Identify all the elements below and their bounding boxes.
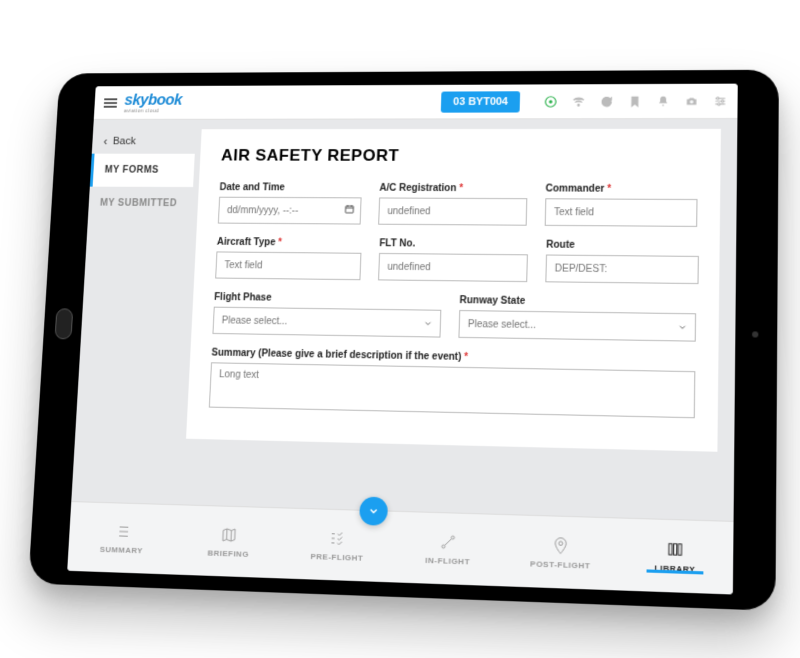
- field-route: Route: [545, 240, 699, 284]
- field-aircraft-type: Aircraft Type *: [215, 237, 362, 280]
- tab-preflight[interactable]: PRE-FLIGHT: [282, 527, 393, 563]
- logo-subtext: aviation cloud: [124, 109, 182, 113]
- logo-text: skybook: [124, 92, 182, 108]
- tab-summary[interactable]: SUMMARY: [68, 520, 176, 555]
- label-route: Route: [546, 240, 699, 252]
- bookmark-icon[interactable]: [628, 94, 642, 108]
- label-aircraft-type: Aircraft Type *: [217, 237, 362, 249]
- input-datetime[interactable]: [218, 197, 362, 225]
- main-content: AIR SAFETY REPORT Date and Time A/C Regi…: [177, 119, 738, 521]
- sidebar-item-my-submitted[interactable]: MY SUBMITTED: [88, 187, 193, 221]
- label-flight-phase: Flight Phase: [214, 292, 442, 306]
- tablet-frame: skybook aviation cloud 03 BYT004: [28, 70, 779, 611]
- label-flt-no: FLT No.: [379, 238, 528, 250]
- list-icon: [113, 522, 131, 541]
- chevron-down-icon: [677, 322, 687, 332]
- flight-badge[interactable]: 03 BYT004: [441, 91, 520, 112]
- tab-label: POST-FLIGHT: [530, 559, 591, 570]
- sidebar-item-label: MY SUBMITTED: [100, 198, 178, 209]
- bell-icon[interactable]: [656, 94, 670, 108]
- field-flight-phase: Flight Phase: [212, 292, 441, 338]
- topbar-icons: [544, 94, 728, 108]
- label-datetime: Date and Time: [219, 182, 362, 193]
- input-flt-no[interactable]: [378, 253, 528, 282]
- camera-dot: [752, 331, 758, 337]
- map-icon: [220, 525, 238, 544]
- input-route[interactable]: [545, 255, 699, 285]
- field-summary: Summary (Please give a brief description…: [209, 348, 696, 419]
- select-flight-phase[interactable]: [212, 307, 441, 338]
- back-label: Back: [113, 136, 136, 147]
- home-button[interactable]: [55, 308, 74, 339]
- back-button[interactable]: ‹ Back: [92, 129, 196, 154]
- sidebar-item-my-forms[interactable]: MY FORMS: [90, 154, 195, 187]
- input-commander[interactable]: [545, 198, 698, 227]
- form-title: AIR SAFETY REPORT: [221, 146, 698, 166]
- label-ac-reg: A/C Registration *: [379, 183, 527, 194]
- field-commander: Commander *: [545, 184, 698, 227]
- input-ac-reg[interactable]: [378, 197, 527, 225]
- tab-label: BRIEFING: [207, 548, 249, 558]
- textarea-summary[interactable]: [209, 362, 696, 418]
- tab-postflight[interactable]: POST-FLIGHT: [504, 534, 618, 571]
- field-runway-state: Runway State: [458, 295, 696, 341]
- chevron-down-icon: [423, 318, 433, 328]
- label-runway-state: Runway State: [459, 295, 696, 309]
- tab-briefing[interactable]: BRIEFING: [174, 524, 283, 560]
- logo: skybook aviation cloud: [124, 92, 182, 113]
- tab-label: LIBRARY: [654, 563, 695, 574]
- camera-icon[interactable]: [684, 94, 698, 108]
- location-icon: [551, 536, 570, 555]
- input-aircraft-type[interactable]: [215, 251, 361, 280]
- checklist-icon: [328, 529, 347, 548]
- wifi-icon[interactable]: [571, 94, 585, 108]
- settings-icon[interactable]: [713, 94, 727, 108]
- tab-inflight[interactable]: IN-FLIGHT: [392, 531, 505, 568]
- field-datetime: Date and Time: [218, 182, 362, 224]
- sidebar: ‹ Back MY FORMS MY SUBMITTED: [71, 120, 196, 504]
- tab-label: SUMMARY: [100, 544, 143, 554]
- calendar-icon[interactable]: [343, 203, 355, 215]
- field-flt-no: FLT No.: [378, 238, 528, 282]
- sync-status-icon[interactable]: [544, 95, 558, 109]
- fab-expand-button[interactable]: [359, 497, 388, 526]
- topbar: skybook aviation cloud 03 BYT004: [94, 84, 738, 120]
- field-ac-reg: A/C Registration *: [378, 183, 528, 226]
- form-card: AIR SAFETY REPORT Date and Time A/C Regi…: [186, 129, 721, 452]
- refresh-icon[interactable]: [600, 94, 614, 108]
- chevron-left-icon: ‹: [103, 135, 107, 148]
- route-icon: [439, 532, 458, 551]
- label-commander: Commander *: [545, 184, 697, 195]
- chevron-down-icon: [368, 505, 380, 518]
- library-icon: [666, 539, 685, 558]
- menu-icon[interactable]: [104, 98, 118, 107]
- tab-label: IN-FLIGHT: [425, 555, 470, 566]
- tab-library[interactable]: LIBRARY: [617, 538, 733, 575]
- sidebar-item-label: MY FORMS: [104, 165, 159, 176]
- app-screen: skybook aviation cloud 03 BYT004: [67, 84, 738, 595]
- select-runway-state[interactable]: [458, 310, 696, 342]
- tab-label: PRE-FLIGHT: [310, 551, 363, 562]
